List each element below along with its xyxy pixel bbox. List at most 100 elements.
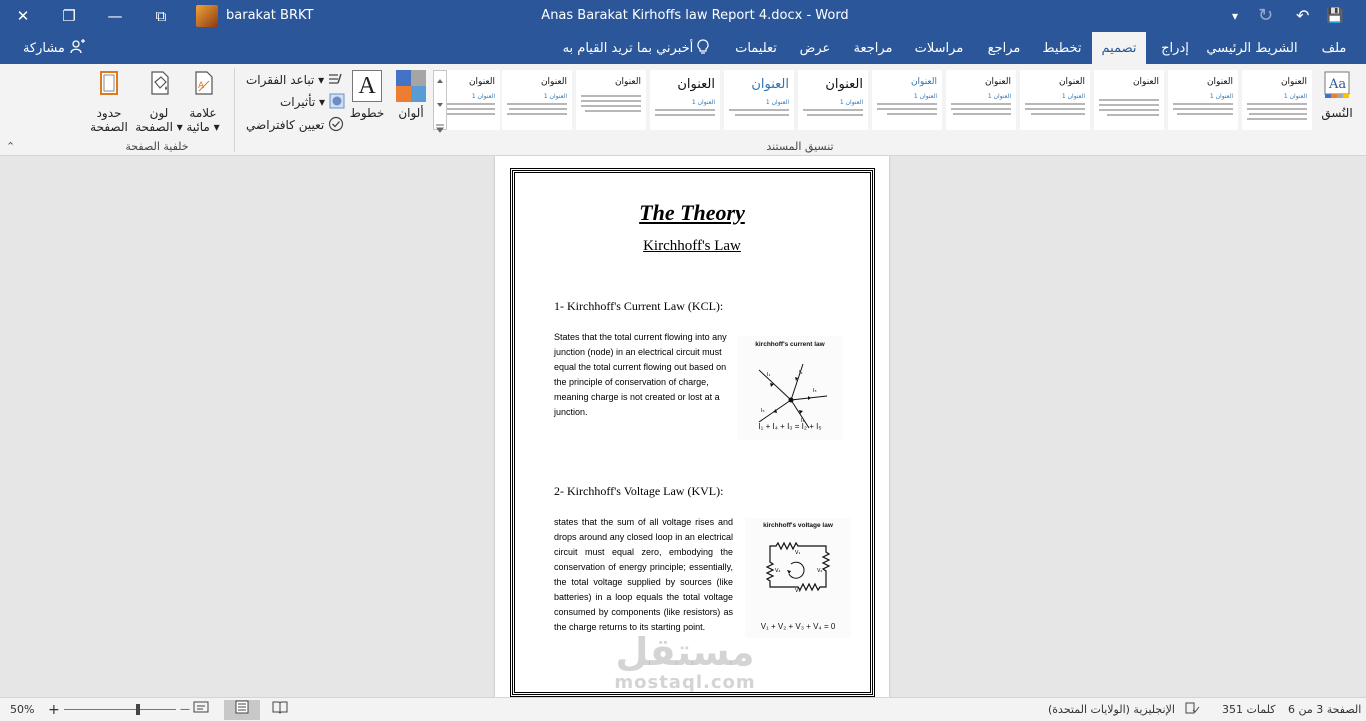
restore-button[interactable]: ❐ <box>46 0 92 32</box>
print-layout-view-button[interactable] <box>224 700 260 720</box>
text-line <box>1025 108 1085 110</box>
kvl-paragraph: states that the sum of all voltage rises… <box>554 517 733 632</box>
text-line <box>441 103 495 105</box>
watermark-button[interactable]: A علامة مائية ▾ <box>176 70 230 134</box>
text-line <box>951 103 1011 105</box>
restore-icon: ❐ <box>62 7 76 25</box>
text-line <box>877 108 937 110</box>
watermark-label-1: علامة <box>189 106 217 120</box>
tab-review[interactable]: مراجعة <box>846 32 900 64</box>
text-line <box>509 108 567 110</box>
style-title: العنوان <box>1206 77 1233 87</box>
document-title-text: The Theory <box>639 200 745 225</box>
web-layout-view-button[interactable] <box>186 700 216 720</box>
share-person-icon <box>70 39 86 54</box>
watermark-label-2: مائية ▾ <box>186 120 220 134</box>
minimize-button[interactable]: — <box>92 0 138 32</box>
style-thumbnail[interactable]: العنوان العنوان 1 <box>946 70 1016 130</box>
proofing-indicator[interactable] <box>1184 698 1200 721</box>
tab-references[interactable]: مراجع <box>978 32 1030 64</box>
kcl-heading: 1- Kirchhoff's Current Law (KCL): <box>554 299 724 313</box>
kcl-figure-caption: kirchhoff's current law <box>755 341 825 348</box>
page-color-icon <box>151 71 169 95</box>
avatar[interactable] <box>196 5 218 27</box>
style-set-gallery: العنوان العنوان 1 العنوان العنوان 1 العن… <box>436 70 1316 136</box>
tell-me-search[interactable]: أخبرني بما تريد القيام به <box>556 32 716 64</box>
text-line <box>729 109 789 111</box>
share-label: مشاركة <box>22 41 65 56</box>
share-button[interactable]: مشاركة <box>20 32 88 64</box>
chevron-up-icon: ⌃ <box>6 140 16 153</box>
zoom-slider[interactable] <box>64 704 176 715</box>
text-line <box>1247 103 1307 105</box>
tab-view[interactable]: عرض <box>790 32 840 64</box>
style-thumbnail[interactable]: العنوان العنوان 1 <box>872 70 942 130</box>
zoom-in-button[interactable]: + <box>48 698 60 721</box>
chevron-down-icon: ▾ <box>1232 9 1239 23</box>
style-thumbnail[interactable]: العنوان <box>1094 70 1164 130</box>
page-number-indicator[interactable]: الصفحة 3 من 6 <box>1288 698 1361 721</box>
style-title: العنوان <box>614 77 641 87</box>
text-line <box>581 100 641 102</box>
style-thumbnail[interactable]: العنوان العنوان 1 <box>1020 70 1090 130</box>
document-title: Anas Barakat Kirhoffs law Report 4.docx … <box>541 8 849 23</box>
svg-text:Aa: Aa <box>1328 77 1346 92</box>
document-canvas[interactable]: The Theory Kirchhoff's Law 1- Kirchhoff'… <box>0 156 1366 697</box>
text-line <box>951 108 1011 110</box>
document-formatting-group-label: تنسيق المستند <box>766 140 834 153</box>
tab-insert[interactable]: إدراج <box>1150 32 1200 64</box>
watermark-url: mostaql.com <box>614 672 756 693</box>
style-thumbnail[interactable]: العنوان العنوان 1 <box>502 70 572 130</box>
redo-button[interactable]: ↻ <box>1258 0 1273 32</box>
style-thumbnail[interactable]: العنوان العنوان 1 <box>650 70 720 130</box>
tab-file[interactable]: ملف <box>1314 32 1354 64</box>
set-as-default-button[interactable]: تعيين كافتراضي <box>246 115 344 135</box>
tab-layout[interactable]: تخطيط <box>1036 32 1088 64</box>
minimize-icon: — <box>107 7 123 25</box>
style-thumbnail[interactable]: العنوان العنوان 1 <box>724 70 794 130</box>
page-borders-label-2: الصفحة <box>90 120 128 134</box>
style-title: العنوان <box>1058 77 1085 87</box>
tab-help[interactable]: تعليمات <box>728 32 784 64</box>
watermark-icon: A <box>195 71 213 95</box>
text-line <box>655 109 715 111</box>
undo-button[interactable]: ↶ <box>1296 0 1309 32</box>
text-line <box>1099 109 1159 111</box>
page-borders-button[interactable]: حدود الصفحة <box>82 70 136 134</box>
zoom-slider-thumb[interactable] <box>136 704 140 715</box>
text-line <box>655 114 715 116</box>
themes-button[interactable]: Aa النُسق <box>1312 70 1362 134</box>
style-thumbnail[interactable]: العنوان العنوان 1 <box>1242 70 1312 130</box>
gallery-scrollbar[interactable] <box>433 70 447 133</box>
read-mode-view-button[interactable] <box>262 700 298 720</box>
document-page[interactable]: The Theory Kirchhoff's Law 1- Kirchhoff'… <box>495 156 889 697</box>
user-name[interactable]: barakat BRKT <box>226 0 313 32</box>
text-line <box>581 95 641 97</box>
tab-mailings[interactable]: مراسلات <box>906 32 972 64</box>
colors-button[interactable]: ألوان <box>384 70 438 134</box>
style-title: العنوان <box>468 77 495 87</box>
effects-button[interactable]: تأثيرات ▾ <box>280 92 345 112</box>
save-button[interactable]: 💾 <box>1326 0 1343 32</box>
style-title: العنوان <box>825 77 863 92</box>
tab-home[interactable]: الشريط الرئيسي <box>1204 32 1300 64</box>
close-icon: ✕ <box>16 7 30 25</box>
word-count[interactable]: 351 كلمات <box>1222 698 1275 721</box>
kcl-figure[interactable]: kirchhoff's current law I₁ I₂ I₃ I₄ I₅ I… <box>737 336 843 440</box>
language-indicator[interactable]: الإنجليزية (الولايات المتحدة) <box>1048 698 1175 721</box>
ribbon-tabs: مشاركة أخبرني بما تريد القيام به تعليمات… <box>0 32 1366 64</box>
zoom-level[interactable]: 50% <box>10 698 34 721</box>
close-button[interactable]: ✕ <box>0 0 46 32</box>
style-thumbnail[interactable]: العنوان العنوان 1 <box>1168 70 1238 130</box>
text-line <box>585 110 641 112</box>
collapse-ribbon-button[interactable]: ⌃ <box>6 140 15 153</box>
customize-qat-button[interactable]: ▾ <box>1232 0 1238 32</box>
style-thumbnail[interactable]: العنوان <box>576 70 646 130</box>
tab-design[interactable]: تصميم <box>1092 32 1146 64</box>
ribbon-display-options-button[interactable]: ⧉ <box>138 0 184 32</box>
style-thumbnail[interactable]: العنوان العنوان 1 <box>798 70 868 130</box>
page-borders-label-1: حدود <box>96 106 122 120</box>
effects-label: تأثيرات ▾ <box>280 95 326 109</box>
kvl-figure[interactable]: kirchhoff's voltage law V₁ V₂ V₃ V₄ V₁ +… <box>745 518 851 638</box>
paragraph-spacing-button[interactable]: تباعد الفقرات ▾ <box>246 70 344 90</box>
